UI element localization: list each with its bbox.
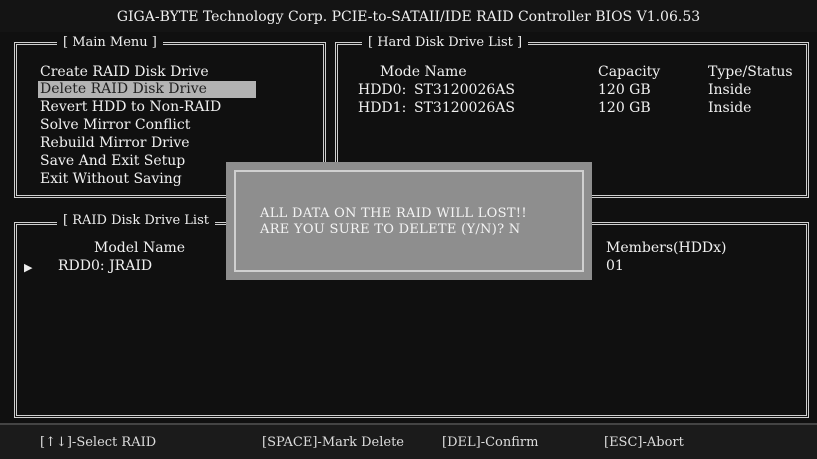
hdd1-id: HDD1: [358, 100, 407, 116]
footer-abort: [ESC]-Abort [604, 435, 684, 450]
raid-list-title: [ RAID Disk Drive List [57, 213, 215, 229]
hdd1-model: ST3120026AS [414, 100, 515, 116]
raid-row-members: 01 [606, 258, 624, 274]
hdd1-type-status: Inside [708, 100, 752, 116]
dialog-confirm-prompt[interactable]: ARE YOU SURE TO DELETE (Y/N)? N [260, 222, 520, 237]
dialog-frame [234, 170, 584, 272]
raid-header-members: Members(HDDx) [606, 240, 727, 256]
hdd0-id: HDD0: [358, 82, 407, 98]
key-help-bar: [↑↓]-Select RAID [SPACE]-Mark Delete [DE… [0, 423, 817, 459]
hdd-list-title: [ Hard Disk Drive List ] [362, 35, 529, 51]
bios-title: GIGA-BYTE Technology Corp. PCIE-to-SATAI… [0, 0, 817, 32]
row-pointer-icon: ▶ [24, 261, 33, 274]
dialog-warning-text: ALL DATA ON THE RAID WILL LOST!! [260, 206, 527, 221]
raid-header-model-name: Model Name [94, 240, 186, 256]
menu-item-exit-nosave[interactable]: Exit Without Saving [38, 171, 188, 188]
raid-row-name[interactable]: RDD0: JRAID [58, 258, 152, 275]
footer-mark-delete: [SPACE]-Mark Delete [262, 435, 404, 450]
menu-item-rebuild-mirror[interactable]: Rebuild Mirror Drive [38, 135, 196, 152]
menu-item-solve-mirror[interactable]: Solve Mirror Conflict [38, 117, 196, 134]
menu-item-save-exit[interactable]: Save And Exit Setup [38, 153, 191, 170]
menu-item-delete-raid[interactable]: Delete RAID Disk Drive [38, 81, 256, 98]
bios-screen: GIGA-BYTE Technology Corp. PCIE-to-SATAI… [0, 0, 817, 459]
hdd-header-capacity: Capacity [598, 64, 661, 80]
hdd0-type-status: Inside [708, 82, 752, 98]
footer-select-raid: [↑↓]-Select RAID [40, 435, 157, 450]
hdd1-capacity: 120 GB [598, 100, 651, 116]
menu-item-create-raid[interactable]: Create RAID Disk Drive [38, 64, 215, 81]
footer-confirm: [DEL]-Confirm [442, 435, 539, 450]
hdd-header-type-status: Type/Status [708, 64, 793, 80]
main-menu-title: [ Main Menu ] [57, 35, 163, 51]
delete-confirm-dialog: ALL DATA ON THE RAID WILL LOST!! ARE YOU… [226, 162, 592, 280]
hdd-header-mode-name: Mode Name [380, 64, 467, 80]
menu-item-revert-hdd[interactable]: Revert HDD to Non-RAID [38, 99, 227, 116]
hdd0-model: ST3120026AS [414, 82, 515, 98]
hdd0-capacity: 120 GB [598, 82, 651, 98]
